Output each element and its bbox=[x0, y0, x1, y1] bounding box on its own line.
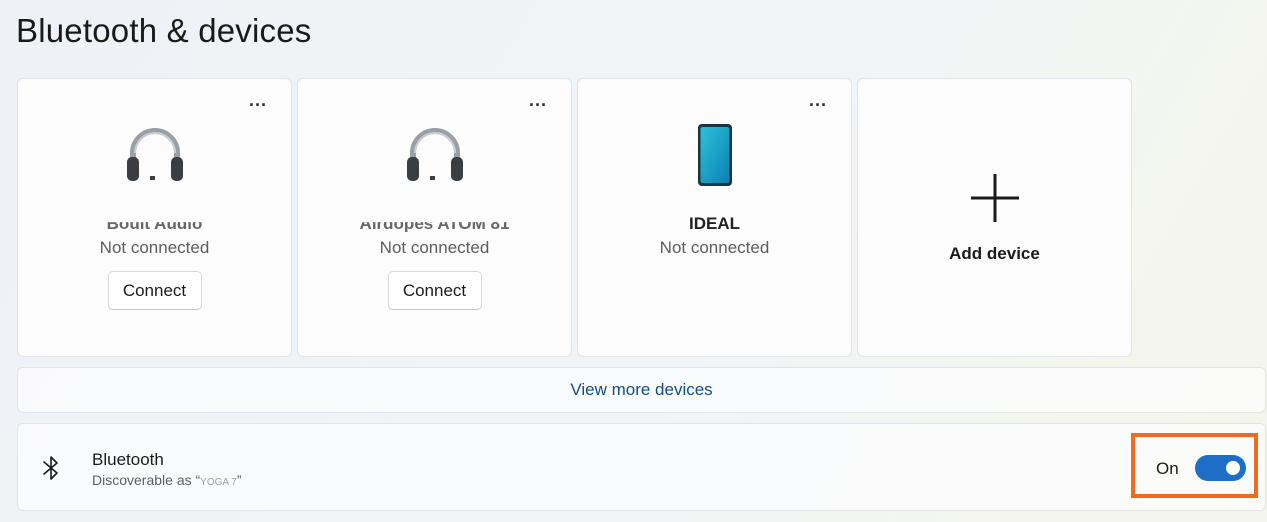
device-status: Not connected bbox=[659, 238, 770, 257]
bluetooth-toggle[interactable] bbox=[1195, 455, 1246, 481]
add-device-label: Add device bbox=[949, 244, 1040, 263]
subtitle-prefix: Discoverable as “ bbox=[92, 472, 201, 488]
headphones-icon bbox=[126, 128, 183, 181]
device-card[interactable]: ... Airdopes ATOM 81 Not connected Conne… bbox=[297, 78, 572, 357]
bluetooth-subtitle: Discoverable as “YOGA 7” bbox=[92, 472, 242, 488]
device-status: Not connected bbox=[379, 238, 490, 257]
page-title: Bluetooth & devices bbox=[16, 12, 312, 49]
device-status: Not connected bbox=[99, 238, 210, 257]
view-more-devices-button[interactable]: View more devices bbox=[17, 367, 1266, 413]
more-options-icon[interactable]: ... bbox=[809, 91, 827, 109]
device-card[interactable]: ... IDEAL Not connected bbox=[577, 78, 852, 357]
discoverable-name: YOGA 7 bbox=[200, 477, 237, 488]
device-name: Boult Audio bbox=[106, 214, 203, 232]
add-device-card[interactable]: Add device bbox=[857, 78, 1132, 357]
toggle-state-label: On bbox=[1156, 459, 1179, 478]
device-name: Airdopes ATOM 81 bbox=[359, 214, 510, 232]
more-options-icon[interactable]: ... bbox=[249, 91, 267, 109]
connect-button[interactable]: Connect bbox=[387, 271, 482, 310]
subtitle-suffix: ” bbox=[236, 472, 242, 488]
device-name: IDEAL bbox=[689, 214, 740, 232]
more-options-icon[interactable]: ... bbox=[529, 91, 547, 109]
connect-button[interactable]: Connect bbox=[107, 271, 202, 310]
bluetooth-title: Bluetooth bbox=[92, 450, 164, 469]
device-card[interactable]: ... Boult Audio Not connected Connect bbox=[17, 78, 292, 357]
headphones-icon bbox=[406, 128, 463, 181]
bluetooth-setting-row: Bluetooth Discoverable as “YOGA 7” bbox=[17, 423, 1266, 511]
bluetooth-icon bbox=[42, 454, 60, 487]
toggle-knob bbox=[1226, 461, 1240, 475]
view-more-label: View more devices bbox=[570, 380, 713, 399]
plus-icon bbox=[970, 174, 1019, 222]
phone-icon bbox=[697, 124, 732, 186]
